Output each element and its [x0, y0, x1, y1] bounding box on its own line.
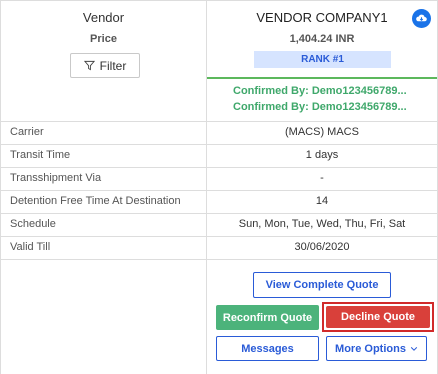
status-bar	[207, 77, 437, 79]
price-row-title: Price	[90, 33, 117, 45]
filter-button-label: Filter	[99, 58, 127, 73]
row-value: (MACS) MACS	[285, 126, 359, 138]
row-label: Detention Free Time At Destination	[10, 195, 181, 207]
detail-row-schedule: Schedule Sun, Mon, Tue, Wed, Thu, Fri, S…	[1, 214, 437, 237]
vendor-company-name: VENDOR COMPANY1	[256, 10, 388, 25]
messages-button[interactable]: Messages	[216, 336, 319, 361]
row-label: Transit Time	[10, 149, 71, 161]
row-label: Schedule	[10, 218, 56, 230]
filter-button[interactable]: Filter	[70, 53, 140, 78]
detail-row-carrier: Carrier (MACS) MACS	[1, 122, 437, 145]
detail-row-transshipment: Transshipment Via -	[1, 168, 437, 191]
quote-comparison-panel: Vendor Price Filter VENDOR COMPANY1 1,40…	[0, 0, 438, 374]
row-value: -	[320, 172, 324, 184]
chevron-down-icon	[410, 346, 418, 351]
cloud-download-icon[interactable]	[412, 9, 431, 28]
detail-row-valid-till: Valid Till 30/06/2020	[1, 237, 437, 260]
row-label: Valid Till	[10, 241, 51, 253]
quote-amount: 1,404.24 INR	[289, 33, 355, 45]
view-complete-quote-button[interactable]: View Complete Quote	[253, 272, 391, 298]
detail-row-detention: Detention Free Time At Destination 14	[1, 191, 437, 214]
funnel-icon	[83, 60, 95, 71]
vendor-header-cell: Vendor Price Filter	[1, 1, 206, 122]
confirmed-by-line: Confirmed By: Demo123456789...	[233, 85, 407, 97]
vendor-quote-header: VENDOR COMPANY1 1,404.24 INR RANK #1 Con…	[207, 1, 437, 122]
reconfirm-quote-button[interactable]: Reconfirm Quote	[216, 305, 319, 330]
row-label: Carrier	[10, 126, 44, 138]
detail-row-transit-time: Transit Time 1 days	[1, 145, 437, 168]
row-value: Sun, Mon, Tue, Wed, Thu, Fri, Sat	[238, 218, 406, 230]
more-options-button[interactable]: More Options	[326, 336, 427, 361]
decline-quote-button[interactable]: Decline Quote	[326, 306, 430, 328]
confirmed-by-line: Confirmed By: Demo123456789...	[233, 101, 407, 113]
more-options-label: More Options	[335, 342, 406, 355]
row-value: 1 days	[305, 149, 339, 161]
rank-badge: RANK #1	[254, 51, 391, 68]
row-label: Transshipment Via	[10, 172, 102, 184]
vendor-column-title: Vendor	[82, 10, 125, 25]
row-value: 14	[315, 195, 329, 207]
row-value: 30/06/2020	[294, 241, 350, 253]
